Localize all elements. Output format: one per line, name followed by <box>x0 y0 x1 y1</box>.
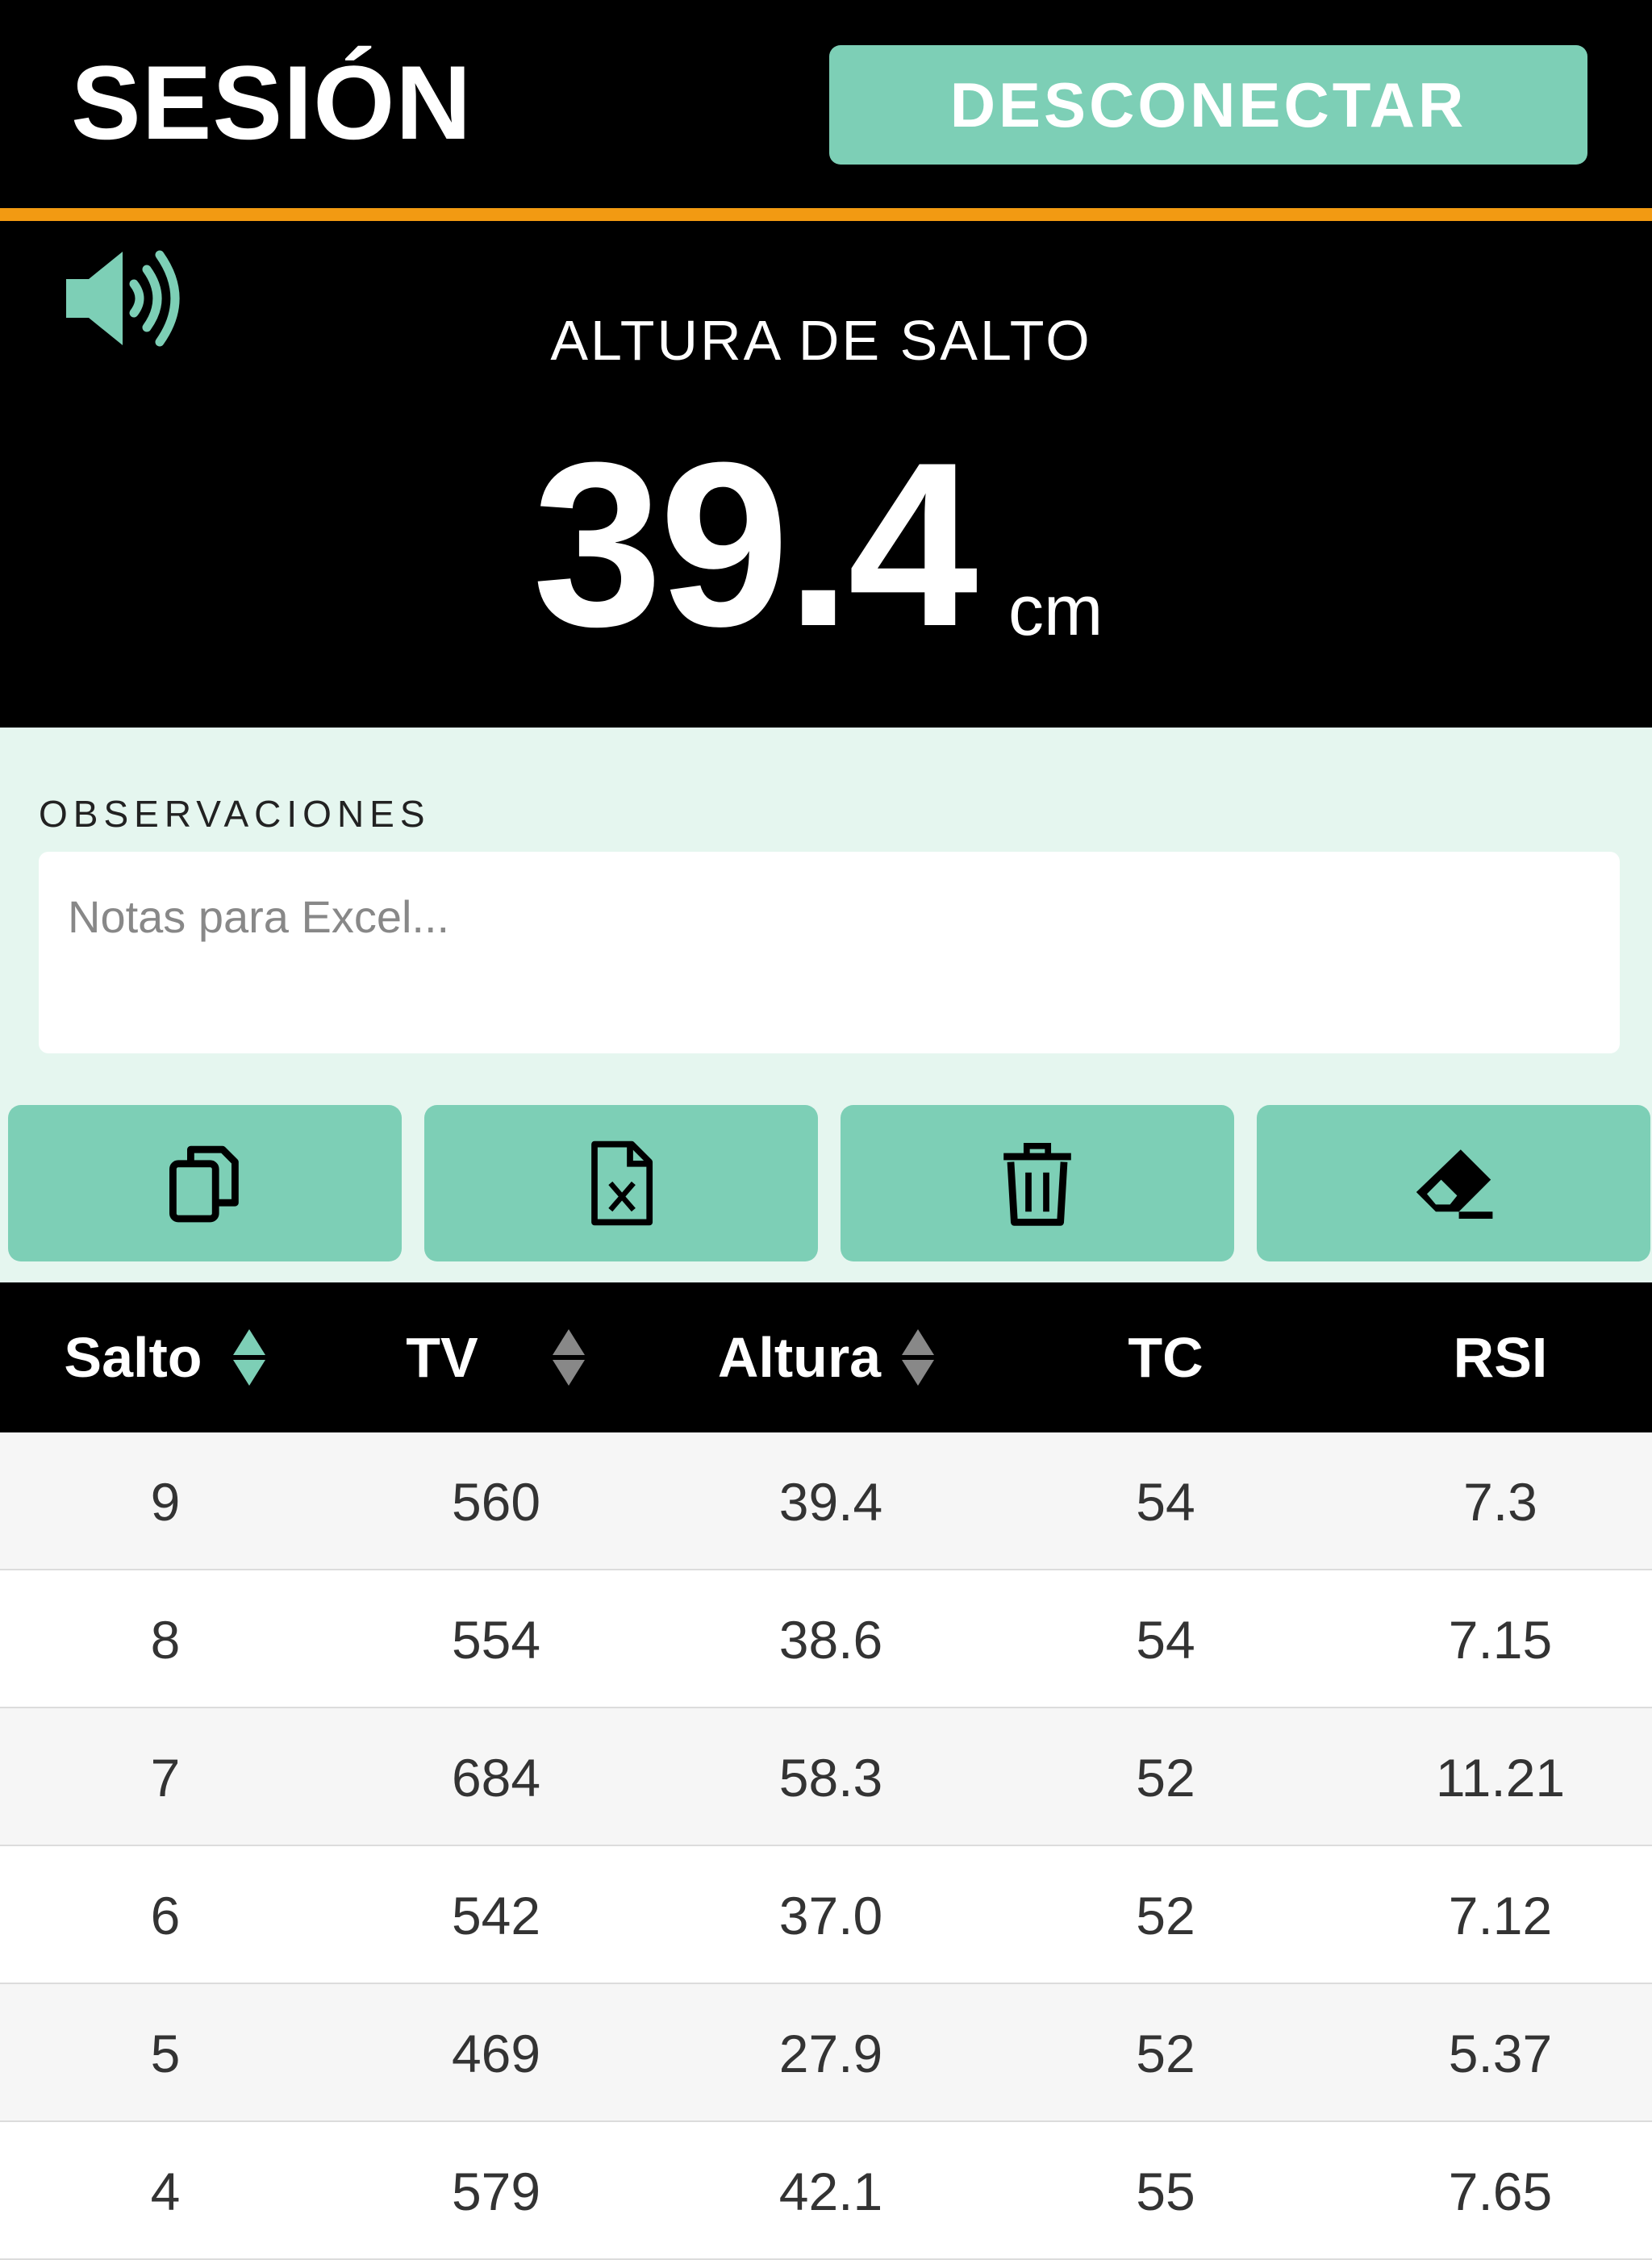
jump-height-unit: cm <box>1008 570 1103 650</box>
notes-input[interactable] <box>39 852 1620 1053</box>
cell-rsi: 7.12 <box>1448 1885 1553 1945</box>
cell-tv: 469 <box>451 2023 541 2083</box>
excel-file-icon <box>591 1140 653 1226</box>
trash-icon <box>1003 1142 1071 1226</box>
copy-icon <box>169 1145 239 1223</box>
cell-tc: 55 <box>1136 2161 1195 2221</box>
cell-tv: 560 <box>451 1471 541 1532</box>
cell-rsi: 11.21 <box>1435 1747 1566 1808</box>
cell-tc: 54 <box>1136 1609 1195 1670</box>
sort-icon <box>232 1329 265 1386</box>
cell-altura: 38.6 <box>778 1609 883 1670</box>
cell-tc: 54 <box>1136 1471 1195 1532</box>
table-row: 6 542 37.0 52 7.12 <box>0 1846 1652 1984</box>
cell-tv: 542 <box>451 1885 541 1945</box>
cell-rsi: 7.65 <box>1448 2161 1553 2221</box>
cell-altura: 42.1 <box>778 2161 883 2221</box>
table-row: 7 684 58.3 52 11.21 <box>0 1708 1652 1846</box>
cell-tv: 684 <box>451 1747 541 1808</box>
cell-tv: 554 <box>451 1609 541 1670</box>
column-header-tc: TC <box>1128 1326 1204 1389</box>
jumps-table: Salto TV Altura TC RSI 9 560 39.4 54 7.3… <box>0 1282 1652 2260</box>
cell-rsi: 7.15 <box>1448 1609 1553 1670</box>
page-title: SESIÓN <box>71 44 473 161</box>
observations-label: OBSERVACIONES <box>39 793 431 835</box>
cell-salto: 9 <box>150 1471 181 1532</box>
cell-tc: 52 <box>1136 2023 1195 2083</box>
cell-rsi: 5.37 <box>1448 2023 1553 2083</box>
header-divider <box>0 208 1652 221</box>
metric-label: ALTURA DE SALTO <box>550 309 1092 372</box>
column-header-salto[interactable]: Salto <box>0 1282 331 1432</box>
cell-rsi: 7.3 <box>1463 1471 1537 1532</box>
table-row: 8 554 38.6 54 7.15 <box>0 1570 1652 1708</box>
disconnect-button[interactable]: DESCONECTAR <box>829 45 1587 165</box>
cell-salto: 5 <box>150 2023 181 2083</box>
eraser-icon <box>1416 1149 1493 1219</box>
cell-tv: 579 <box>451 2161 541 2221</box>
copy-button[interactable] <box>8 1105 402 1261</box>
cell-salto: 6 <box>150 1885 181 1945</box>
cell-altura: 27.9 <box>778 2023 883 2083</box>
table-row: 5 469 27.9 52 5.37 <box>0 1984 1652 2122</box>
column-header-altura[interactable]: Altura <box>661 1282 992 1432</box>
cell-altura: 39.4 <box>778 1471 883 1532</box>
cell-altura: 37.0 <box>778 1885 883 1945</box>
cell-salto: 8 <box>150 1609 181 1670</box>
table-header: Salto TV Altura TC RSI <box>0 1282 1652 1432</box>
column-header-tv[interactable]: TV <box>331 1282 661 1432</box>
table-row: 9 560 39.4 54 7.3 <box>0 1432 1652 1570</box>
delete-button[interactable] <box>841 1105 1234 1261</box>
sort-icon <box>902 1329 935 1386</box>
cell-altura: 58.3 <box>778 1747 883 1808</box>
column-header-rsi: RSI <box>1453 1326 1548 1389</box>
clear-button[interactable] <box>1257 1105 1650 1261</box>
cell-salto: 7 <box>150 1747 181 1808</box>
cell-tc: 52 <box>1136 1885 1195 1945</box>
jump-height-value: 39.4 <box>532 414 978 675</box>
cell-salto: 4 <box>150 2161 181 2221</box>
sort-icon <box>552 1329 585 1386</box>
table-row: 4 579 42.1 55 7.65 <box>0 2122 1652 2260</box>
cell-tc: 52 <box>1136 1747 1195 1808</box>
export-excel-button[interactable] <box>424 1105 818 1261</box>
